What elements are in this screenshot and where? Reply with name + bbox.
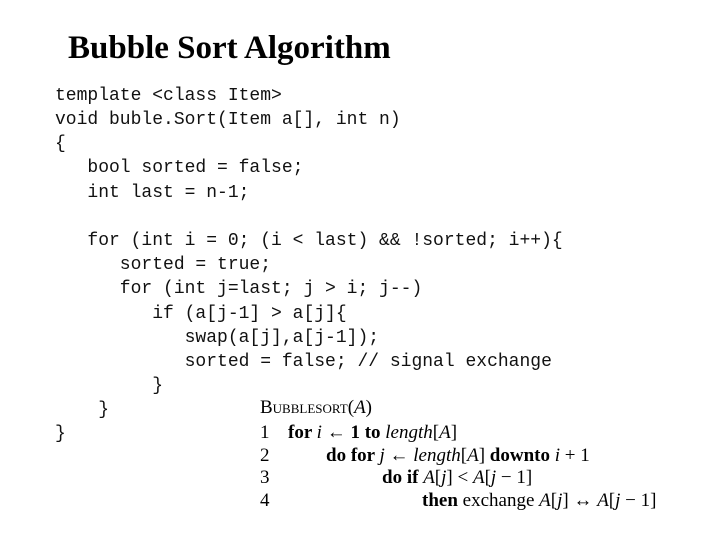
symbol: ] ↔ <box>562 490 598 511</box>
symbol: ] <box>478 445 490 466</box>
pseudocode-statement: do if A[j] < A[j − 1] <box>382 467 532 489</box>
code-line: for (int i = 0; (i < last) && !sorted; i… <box>55 231 563 251</box>
variable: length <box>385 422 433 443</box>
code-line: void buble.Sort(Item a[], int n) <box>55 110 401 130</box>
keyword: do for <box>326 445 380 466</box>
pseudocode-statement: for i ← 1 to length[A] <box>288 422 457 444</box>
slide-title: Bubble Sort Algorithm <box>68 30 391 66</box>
code-line: bool sorted = false; <box>55 158 304 178</box>
pseudocode-header: Bubblesort(A) <box>260 396 372 420</box>
line-number: 3 <box>260 467 270 488</box>
pseudocode-statement: then exchange A[j] ↔ A[j − 1] <box>422 490 656 512</box>
symbol: + 1 <box>560 445 590 466</box>
code-line: sorted = true; <box>55 255 272 275</box>
paren-close: ) <box>365 397 372 418</box>
symbol: ] < <box>446 467 473 488</box>
code-line: { <box>55 134 66 154</box>
symbol: − 1] <box>620 490 657 511</box>
symbol: exchange <box>462 490 540 511</box>
keyword: to <box>364 422 386 443</box>
symbol: − 1] <box>496 467 533 488</box>
symbol: ← <box>321 422 351 443</box>
procedure-arg: A <box>354 397 366 418</box>
keyword: for <box>288 422 317 443</box>
code-line: for (int j=last; j > i; j--) <box>55 279 423 299</box>
keyword: 1 <box>350 422 365 443</box>
symbol: ] <box>450 422 458 443</box>
code-line: sorted = false; // signal exchange <box>55 352 552 372</box>
variable: A <box>472 467 485 488</box>
code-line: swap(a[j],a[j-1]); <box>55 328 380 348</box>
symbol: ← <box>384 445 414 466</box>
variable: length <box>413 445 461 466</box>
line-number: 1 <box>260 422 270 443</box>
line-number: 2 <box>260 445 270 466</box>
variable: A <box>439 422 451 443</box>
keyword: do if <box>382 467 424 488</box>
code-line: if (a[j-1] > a[j]{ <box>55 304 347 324</box>
code-line: int last = n-1; <box>55 183 250 203</box>
line-number: 4 <box>260 490 270 511</box>
code-line: template <class Item> <box>55 86 282 106</box>
variable: A <box>467 445 479 466</box>
keyword: then <box>422 490 463 511</box>
variable: A <box>597 490 609 511</box>
code-line: } <box>55 376 164 396</box>
keyword: downto <box>489 445 555 466</box>
pseudocode-statement: do for j ← length[A] downto i + 1 <box>326 445 590 467</box>
variable: A <box>539 490 551 511</box>
procedure-name: Bubblesort <box>260 397 348 418</box>
code-line: } <box>55 400 110 420</box>
variable: A <box>423 467 435 488</box>
code-line: } <box>55 424 66 444</box>
